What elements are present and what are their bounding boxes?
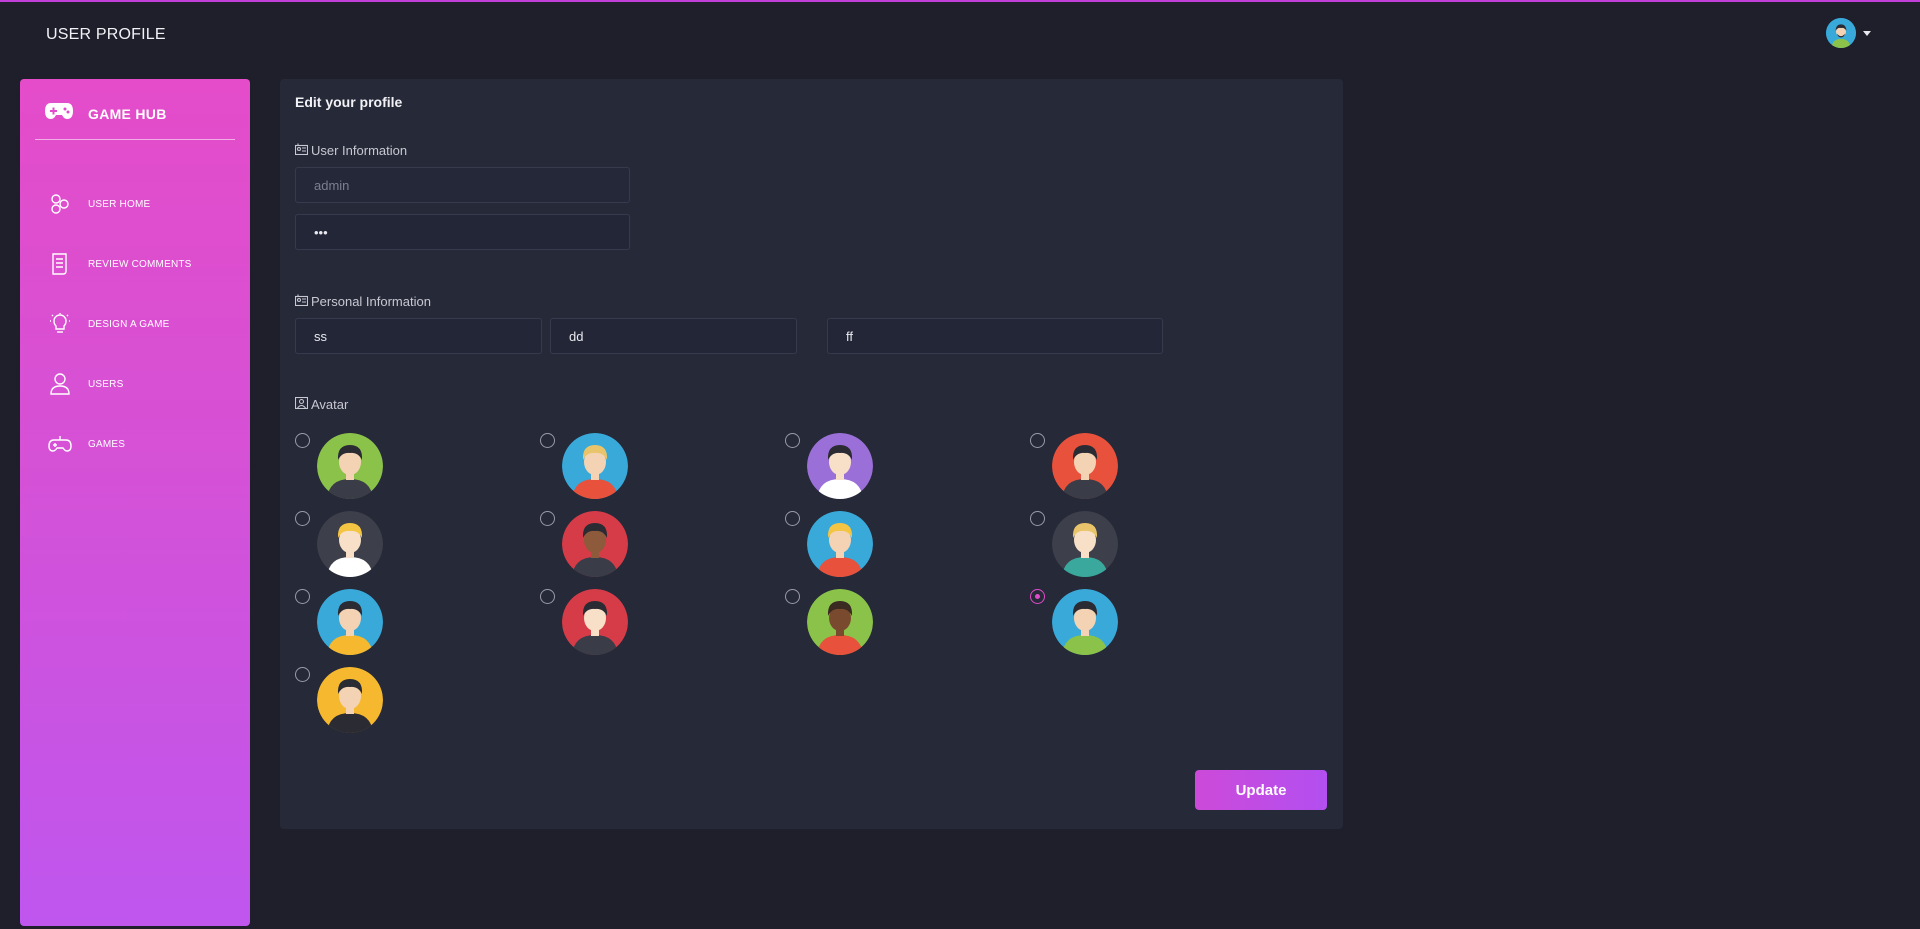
avatar-image-icon	[807, 589, 873, 655]
gamepad-logo-icon	[44, 101, 74, 126]
sidebar-divider	[35, 139, 235, 140]
avatar-option-4[interactable]	[1030, 433, 1130, 509]
brand[interactable]: GAME HUB	[44, 101, 167, 126]
third-name-field[interactable]	[827, 318, 1163, 354]
sidebar-item-label: REVIEW COMMENTS	[88, 258, 192, 270]
avatar-option-12[interactable]	[1030, 589, 1130, 665]
avatar-option-6[interactable]	[540, 511, 640, 587]
page-title: USER PROFILE	[46, 26, 166, 43]
avatar-option-9[interactable]	[295, 589, 395, 665]
avatar-radio[interactable]	[1030, 589, 1045, 604]
avatar-radio[interactable]	[785, 589, 800, 604]
sidebar-item-design-a-game[interactable]: DESIGN A GAME	[20, 294, 250, 354]
id-card-icon	[294, 294, 309, 309]
avatar-option-2[interactable]	[540, 433, 640, 509]
first-name-field[interactable]	[295, 318, 542, 354]
avatar-radio[interactable]	[295, 433, 310, 448]
card-title: Edit your profile	[295, 94, 403, 110]
avatar-image-icon	[317, 433, 383, 499]
avatar-option-11[interactable]	[785, 589, 885, 665]
avatar-option-10[interactable]	[540, 589, 640, 665]
user-menu[interactable]	[1826, 18, 1871, 48]
avatar-label: Avatar	[294, 396, 348, 412]
avatar-option-7[interactable]	[785, 511, 885, 587]
avatar-radio[interactable]	[540, 511, 555, 526]
avatar-image-icon	[562, 433, 628, 499]
avatar-option-3[interactable]	[785, 433, 885, 509]
gamepad-icon	[48, 432, 72, 456]
user-information-label: User Information	[294, 143, 407, 158]
avatar-image-icon	[807, 433, 873, 499]
avatar-image-icon	[562, 511, 628, 577]
avatar-option-13[interactable]	[295, 667, 395, 743]
lightbulb-icon	[48, 312, 72, 336]
avatar-radio[interactable]	[540, 433, 555, 448]
avatar-option-8[interactable]	[1030, 511, 1130, 587]
avatar-radio[interactable]	[785, 511, 800, 526]
sidebar-item-review-comments[interactable]: REVIEW COMMENTS	[20, 234, 250, 294]
sidebar-item-label: DESIGN A GAME	[88, 318, 170, 330]
sidebar-item-users[interactable]: USERS	[20, 354, 250, 414]
avatar-image-icon	[317, 667, 383, 733]
avatar-radio[interactable]	[1030, 433, 1045, 448]
avatar-radio[interactable]	[540, 589, 555, 604]
sidebar-item-user-home[interactable]: USER HOME	[20, 174, 250, 234]
avatar-image-icon	[317, 511, 383, 577]
edit-profile-card: Edit your profile User Information Perso…	[280, 79, 1343, 829]
password-field[interactable]	[295, 214, 630, 250]
avatar-radio[interactable]	[295, 667, 310, 682]
sidebar: GAME HUB USER HOME REVIEW COMMENTS DESIG…	[20, 79, 250, 926]
id-card-icon	[294, 143, 309, 158]
brand-name: GAME HUB	[88, 105, 167, 122]
sidebar-item-games[interactable]: GAMES	[20, 414, 250, 474]
image-icon	[294, 396, 309, 412]
avatar-image-icon	[1052, 511, 1118, 577]
avatar-image-icon	[807, 511, 873, 577]
avatar-radio[interactable]	[785, 433, 800, 448]
sidebar-nav: USER HOME REVIEW COMMENTS DESIGN A GAME	[20, 174, 250, 474]
avatar-option-1[interactable]	[295, 433, 395, 509]
sidebar-item-label: USER HOME	[88, 198, 151, 210]
user-icon	[48, 372, 72, 396]
personal-information-label: Personal Information	[294, 294, 431, 309]
avatar-image-icon	[317, 589, 383, 655]
avatar-radio[interactable]	[295, 589, 310, 604]
chevron-down-icon	[1863, 30, 1871, 36]
avatar-radio[interactable]	[295, 511, 310, 526]
home-hexagon-icon	[48, 192, 72, 216]
sidebar-item-label: USERS	[88, 378, 124, 390]
top-accent-line	[0, 0, 1920, 2]
document-icon	[48, 252, 72, 276]
avatar-option-5[interactable]	[295, 511, 395, 587]
avatar-radio[interactable]	[1030, 511, 1045, 526]
user-avatar-icon	[1826, 18, 1856, 48]
avatar-image-icon	[1052, 589, 1118, 655]
last-name-field[interactable]	[550, 318, 797, 354]
update-button[interactable]: Update	[1195, 770, 1327, 810]
username-field[interactable]	[295, 167, 630, 203]
avatar-image-icon	[562, 589, 628, 655]
avatar-image-icon	[1052, 433, 1118, 499]
sidebar-item-label: GAMES	[88, 438, 126, 450]
